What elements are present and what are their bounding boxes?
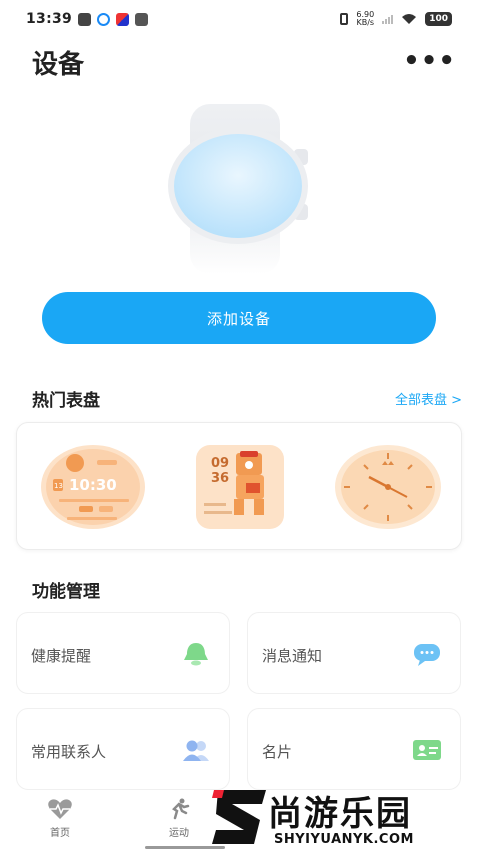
- face2-hour: 09: [211, 456, 230, 471]
- bell-icon: [184, 643, 208, 666]
- signal-icon: [382, 14, 394, 24]
- vibrate-icon: [340, 13, 349, 25]
- watch-faces-card: 10:30 13 09 36: [16, 422, 462, 550]
- more-options-icon[interactable]: •••: [403, 46, 456, 76]
- heart-pulse-icon: [48, 799, 72, 819]
- message-notification-card[interactable]: 消息通知: [247, 612, 461, 694]
- id-card-icon: [413, 740, 441, 760]
- running-icon: [172, 798, 190, 820]
- status-time: 13:39: [26, 11, 73, 27]
- all-faces-link[interactable]: 全部表盘 >: [395, 389, 462, 408]
- nav-home[interactable]: 首页: [30, 798, 90, 839]
- nav-home-label: 首页: [50, 828, 70, 839]
- watch-face-cartoon-graphic: [196, 445, 284, 529]
- face1-time: 10:30: [69, 476, 117, 494]
- watermark-brand-en: SHYIYUANYK.COM: [274, 832, 414, 847]
- app-k-icon: [116, 12, 130, 26]
- nav-sport[interactable]: 运动: [149, 798, 209, 839]
- device-page: 13:39 6.90 KB/s 100 设备 ••• 添加设备 热门表盘 全部表…: [0, 0, 478, 850]
- nav-sport-label: 运动: [169, 828, 189, 839]
- chat-bubble-icon: [414, 644, 440, 666]
- business-card-label: 名片: [262, 743, 293, 761]
- watch-face-analog-graphic: [335, 445, 441, 529]
- watch-face-cartoon[interactable]: 09 36: [194, 443, 286, 531]
- watermark-logo: [212, 790, 266, 844]
- app-icon: [97, 12, 111, 26]
- contacts-icon: [183, 740, 209, 761]
- status-right: 6.90 KB/s 100: [340, 11, 452, 27]
- health-reminder-card[interactable]: 健康提醒: [16, 612, 230, 694]
- health-reminder-label: 健康提醒: [31, 647, 92, 665]
- business-card-card[interactable]: 名片: [247, 708, 461, 790]
- battery-indicator: 100: [425, 12, 452, 26]
- message-notification-label: 消息通知: [262, 647, 323, 665]
- network-speed-unit: KB/s: [356, 18, 375, 27]
- status-bar: 13:39 6.90 KB/s 100: [0, 0, 478, 38]
- watch-face-analog[interactable]: [333, 443, 443, 531]
- face2-minute: 36: [211, 471, 230, 486]
- hot-faces-title: 热门表盘: [32, 391, 100, 411]
- page-title: 设备: [32, 50, 85, 80]
- app-square-icon: [135, 12, 149, 26]
- add-device-button[interactable]: 添加设备: [42, 292, 436, 344]
- notification-icon: [78, 12, 92, 26]
- wifi-icon: [402, 14, 417, 24]
- functions-title: 功能管理: [32, 582, 100, 602]
- contacts-card[interactable]: 常用联系人: [16, 708, 230, 790]
- watermark: 尚游乐园 SHYIYUANYK.COM: [210, 780, 478, 850]
- network-speed: 6.90 KB/s: [356, 11, 374, 27]
- watermark-brand-cn: 尚游乐园: [268, 794, 412, 834]
- face1-date: 13: [54, 482, 63, 490]
- contacts-label: 常用联系人: [31, 743, 107, 761]
- watch-face-digital[interactable]: 10:30 13: [39, 443, 147, 531]
- home-indicator[interactable]: [145, 846, 225, 849]
- watch-illustration: [168, 104, 308, 274]
